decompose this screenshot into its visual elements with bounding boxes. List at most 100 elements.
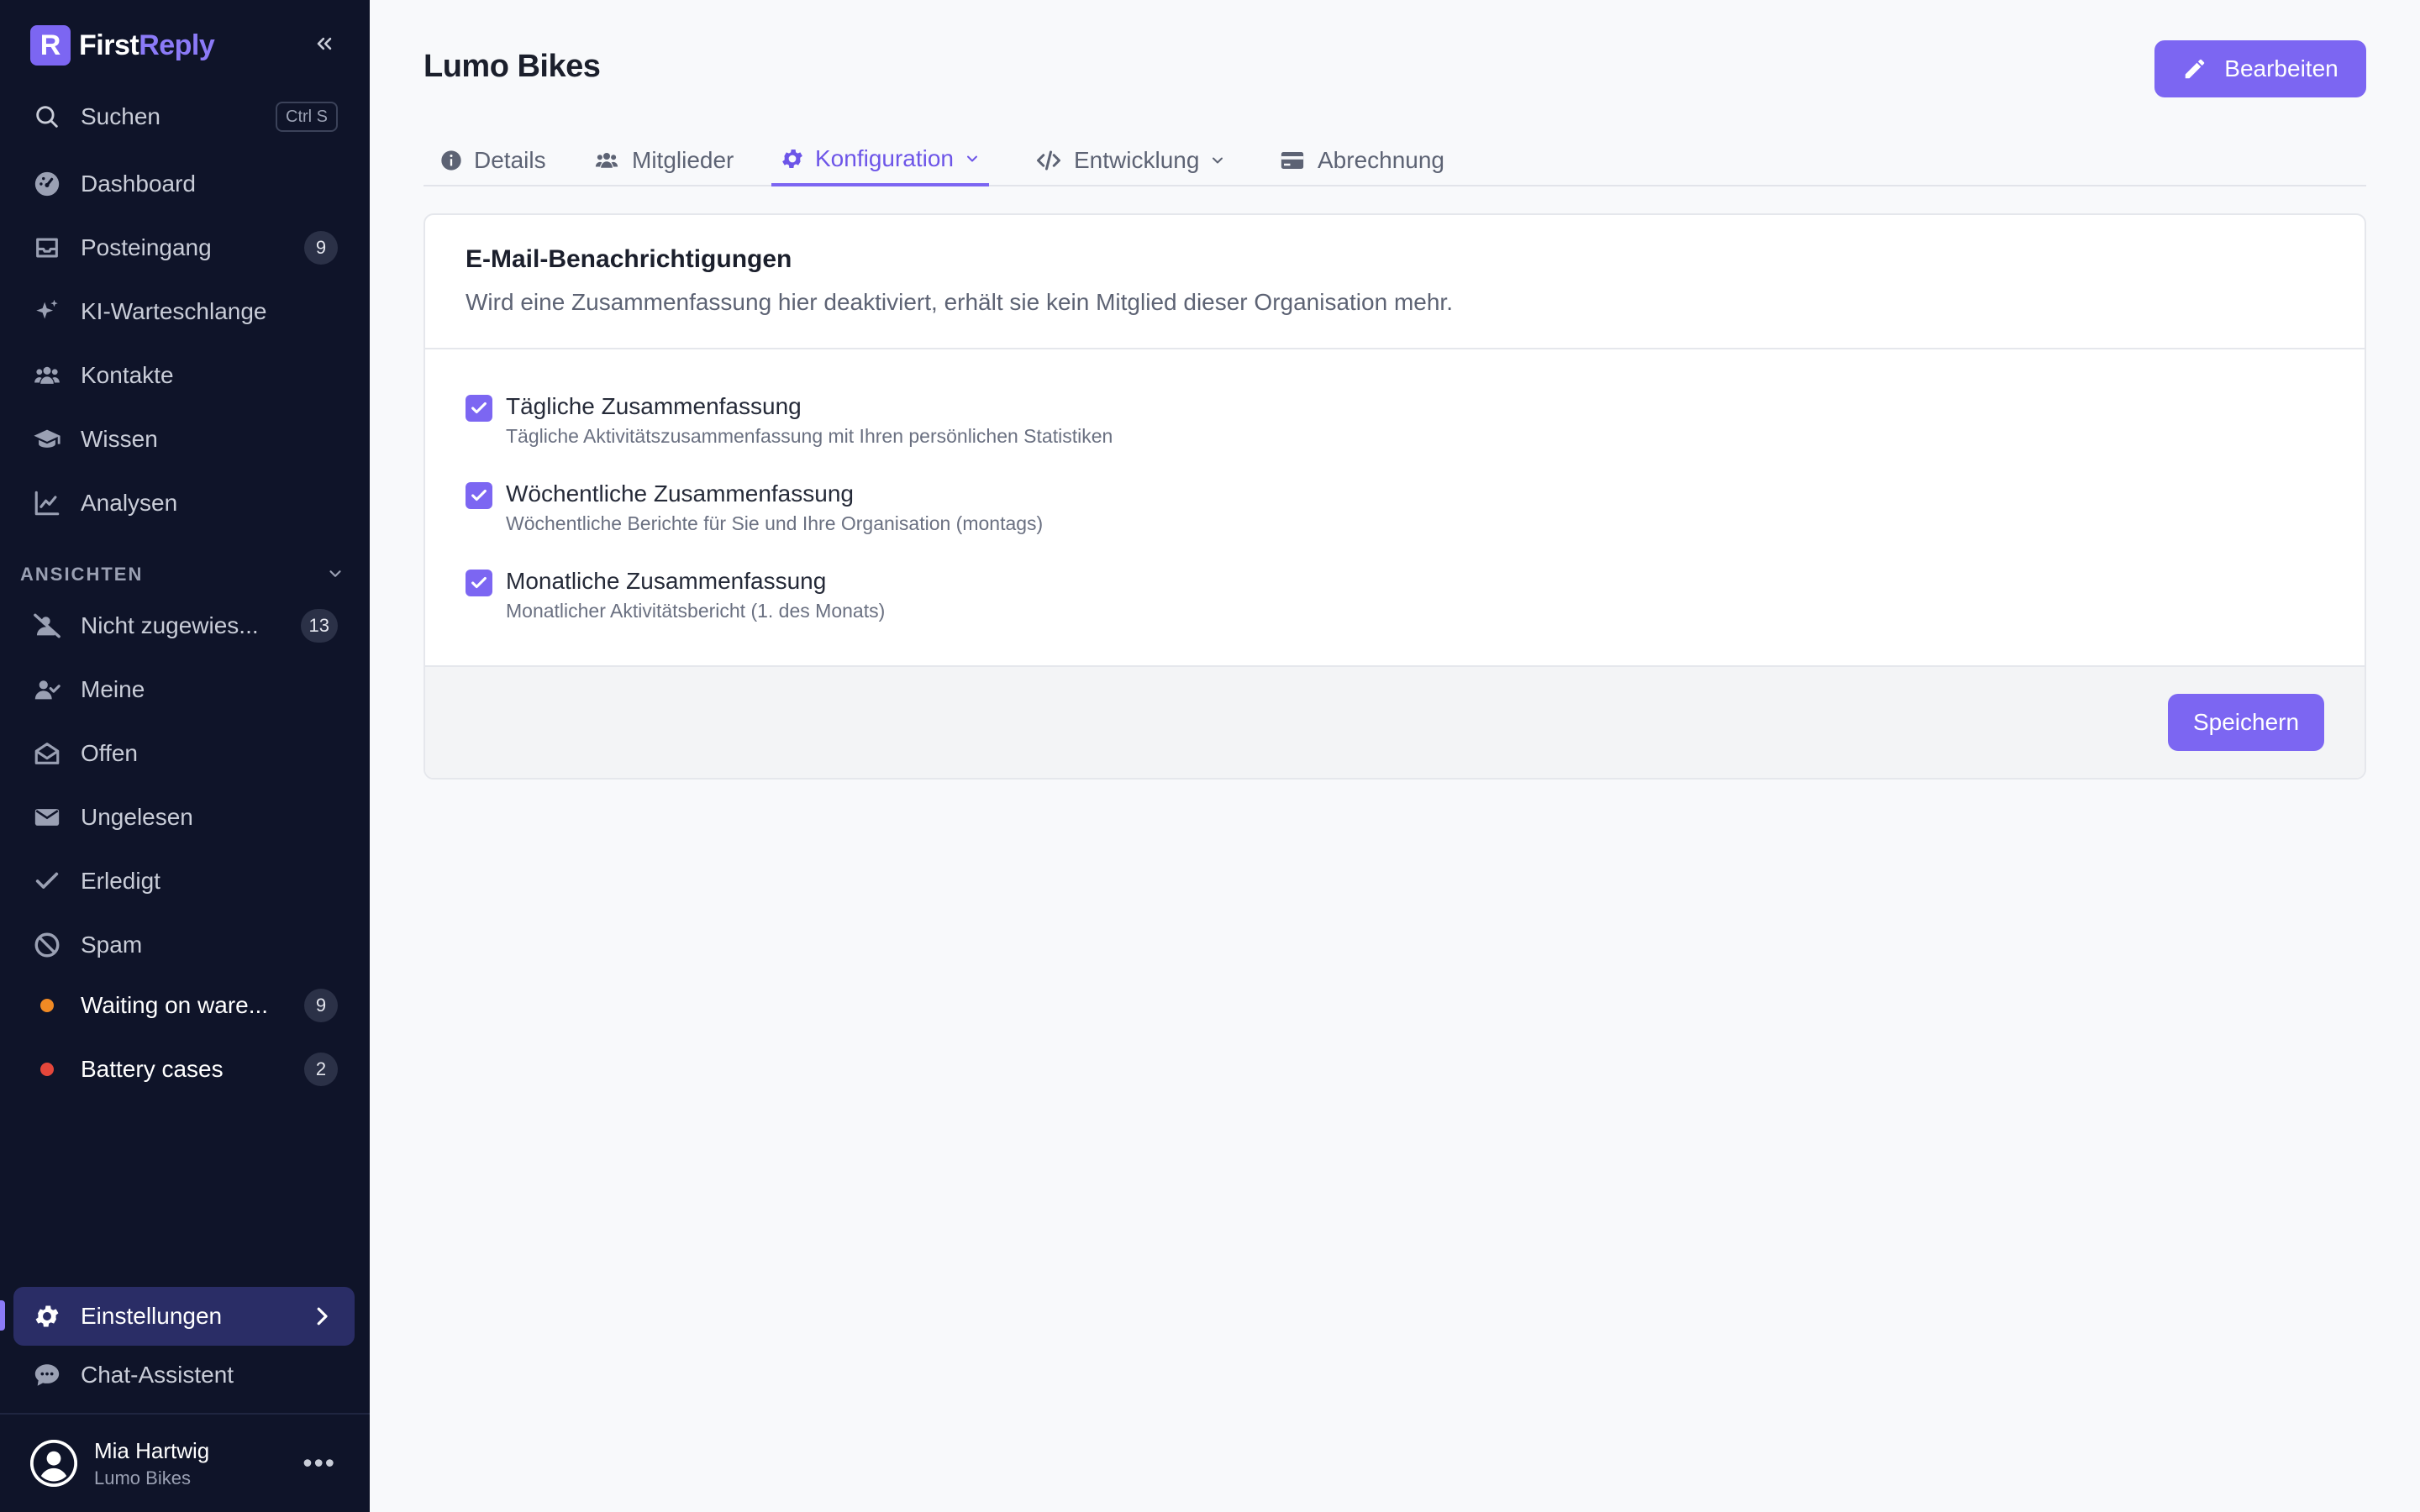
credit-card-icon [1277, 148, 1307, 173]
unassigned-count-badge: 13 [300, 609, 338, 643]
daily-summary-checkbox[interactable] [466, 395, 492, 422]
edit-button-label: Bearbeiten [2224, 55, 2338, 81]
monthly-summary-checkbox[interactable] [466, 570, 492, 596]
users-icon [592, 148, 622, 173]
sidebar-item-settings[interactable]: Einstellungen [13, 1287, 355, 1346]
chevron-down-icon [1209, 152, 1226, 169]
chevrons-left-icon [317, 37, 332, 50]
brand-name: FirstReply [79, 29, 215, 62]
save-button[interactable]: Speichern [2168, 694, 2324, 751]
waiting-count-badge: 9 [304, 989, 338, 1022]
status-dot-red [40, 1063, 54, 1076]
sidebar-view-open[interactable]: Offen [13, 726, 355, 781]
more-options-icon[interactable]: ••• [302, 1448, 336, 1479]
card-description: Wird eine Zusammenfassung hier deaktivie… [466, 289, 1453, 315]
sidebar-view-label: Waiting on ware... [81, 992, 269, 1018]
option-daily-summary: Tägliche Zusammenfassung Tägliche Aktivi… [466, 393, 1113, 448]
sidebar-search-label: Suchen [81, 103, 160, 129]
envelope-icon [32, 802, 62, 832]
sidebar-view-label: Offen [81, 740, 138, 766]
sidebar-item-label: Einstellungen [81, 1303, 223, 1329]
chat-bubble-icon [32, 1360, 62, 1390]
email-notifications-card: E-Mail-Benachrichtigungen Wird eine Zusa… [424, 213, 2366, 780]
sidebar-item-ai-queue[interactable]: KI-Warteschlange [13, 284, 355, 339]
tab-billing[interactable]: Abrechnung [1269, 134, 1453, 186]
tab-label: Mitglieder [632, 147, 734, 173]
active-indicator [0, 1300, 5, 1331]
user-profile[interactable]: Mia Hartwig Lumo Bikes ••• [0, 1413, 370, 1512]
sidebar-view-done[interactable]: Erledigt [13, 853, 355, 909]
sidebar-view-label: Ungelesen [81, 804, 193, 830]
user-check-icon [32, 675, 62, 705]
sidebar-view-label: Spam [81, 932, 143, 958]
card-title: E-Mail-Benachrichtigungen [466, 245, 792, 273]
tab-label: Abrechnung [1318, 147, 1445, 173]
tab-label: Entwicklung [1074, 147, 1200, 173]
user-slash-icon [32, 611, 62, 641]
sidebar-view-unread[interactable]: Ungelesen [13, 790, 355, 845]
check-icon [471, 489, 487, 501]
status-dot-orange [40, 999, 54, 1012]
chevron-down-icon [964, 150, 981, 167]
sidebar-item-dashboard[interactable]: Dashboard [13, 156, 355, 212]
chevron-down-icon [326, 564, 345, 588]
user-org: Lumo Bikes [94, 1467, 191, 1488]
collapse-sidebar-button[interactable] [306, 25, 343, 62]
sidebar-search[interactable]: Suchen Ctrl S [13, 89, 355, 144]
sidebar-item-label: Kontakte [81, 362, 174, 388]
weekly-summary-checkbox[interactable] [466, 482, 492, 509]
sidebar-item-label: Analysen [81, 490, 178, 516]
tab-configuration[interactable]: Konfiguration [771, 134, 990, 186]
brand-name-part1: First [79, 29, 139, 61]
sidebar-view-label: Erledigt [81, 868, 160, 894]
sidebar-item-label: Posteingang [81, 234, 212, 260]
gear-icon [32, 1301, 62, 1331]
graduation-cap-icon [32, 424, 62, 454]
info-circle-icon [439, 148, 464, 173]
sidebar-view-mine[interactable]: Meine [13, 662, 355, 717]
check-icon [471, 402, 487, 414]
card-header: E-Mail-Benachrichtigungen Wird eine Zusa… [425, 215, 2365, 349]
users-icon [32, 360, 62, 391]
dashboard-icon [32, 169, 62, 199]
views-section-header[interactable]: ANSICHTEN [20, 561, 355, 588]
sidebar-view-battery-cases[interactable]: Battery cases 2 [13, 1042, 355, 1097]
code-icon [1034, 148, 1064, 173]
sidebar-view-waiting-on-warehouse[interactable]: Waiting on ware... 9 [13, 978, 355, 1033]
sidebar-item-label: Wissen [81, 426, 158, 452]
brand-logo[interactable]: R FirstReply [30, 25, 215, 66]
sidebar-item-label: KI-Warteschlange [81, 298, 267, 324]
sidebar-view-label: Nicht zugewies... [81, 612, 259, 638]
sidebar-item-inbox[interactable]: Posteingang 9 [13, 220, 355, 276]
gear-icon [780, 146, 805, 171]
sidebar-item-label: Chat-Assistent [81, 1362, 234, 1388]
option-weekly-summary: Wöchentliche Zusammenfassung Wöchentlich… [466, 480, 1043, 535]
sidebar-item-analytics[interactable]: Analysen [13, 475, 355, 531]
sidebar-view-label: Battery cases [81, 1056, 224, 1082]
user-name: Mia Hartwig [94, 1437, 210, 1463]
brand-logo-mark: R [30, 25, 71, 66]
tab-members[interactable]: Mitglieder [583, 134, 742, 186]
sidebar-item-knowledge[interactable]: Wissen [13, 412, 355, 467]
sidebar-item-contacts[interactable]: Kontakte [13, 348, 355, 403]
option-description: Monatlicher Aktivitätsbericht (1. des Mo… [506, 600, 886, 622]
page-title: Lumo Bikes [424, 49, 601, 84]
envelope-open-icon [32, 738, 62, 769]
check-icon [32, 866, 62, 896]
sidebar-view-unassigned[interactable]: Nicht zugewies... 13 [13, 598, 355, 654]
option-title: Wöchentliche Zusammenfassung [506, 480, 854, 507]
tab-details[interactable]: Details [430, 134, 555, 186]
tab-development[interactable]: Entwicklung [1025, 134, 1234, 186]
chevron-right-icon [309, 1304, 334, 1329]
sidebar-view-spam[interactable]: Spam [13, 917, 355, 973]
option-description: Tägliche Aktivitätszusammenfassung mit I… [506, 425, 1113, 447]
search-icon [32, 102, 62, 132]
avatar [30, 1440, 77, 1487]
sidebar-item-chat-assistant[interactable]: Chat-Assistent [13, 1347, 355, 1403]
user-info: Mia Hartwig Lumo Bikes [94, 1438, 209, 1489]
option-monthly-summary: Monatliche Zusammenfassung Monatlicher A… [466, 568, 885, 622]
sidebar: R FirstReply Suchen Ctrl S Dashboard Pos… [0, 0, 370, 1512]
edit-button[interactable]: Bearbeiten [2154, 40, 2366, 97]
tab-label: Details [474, 147, 546, 173]
check-icon [471, 576, 487, 589]
